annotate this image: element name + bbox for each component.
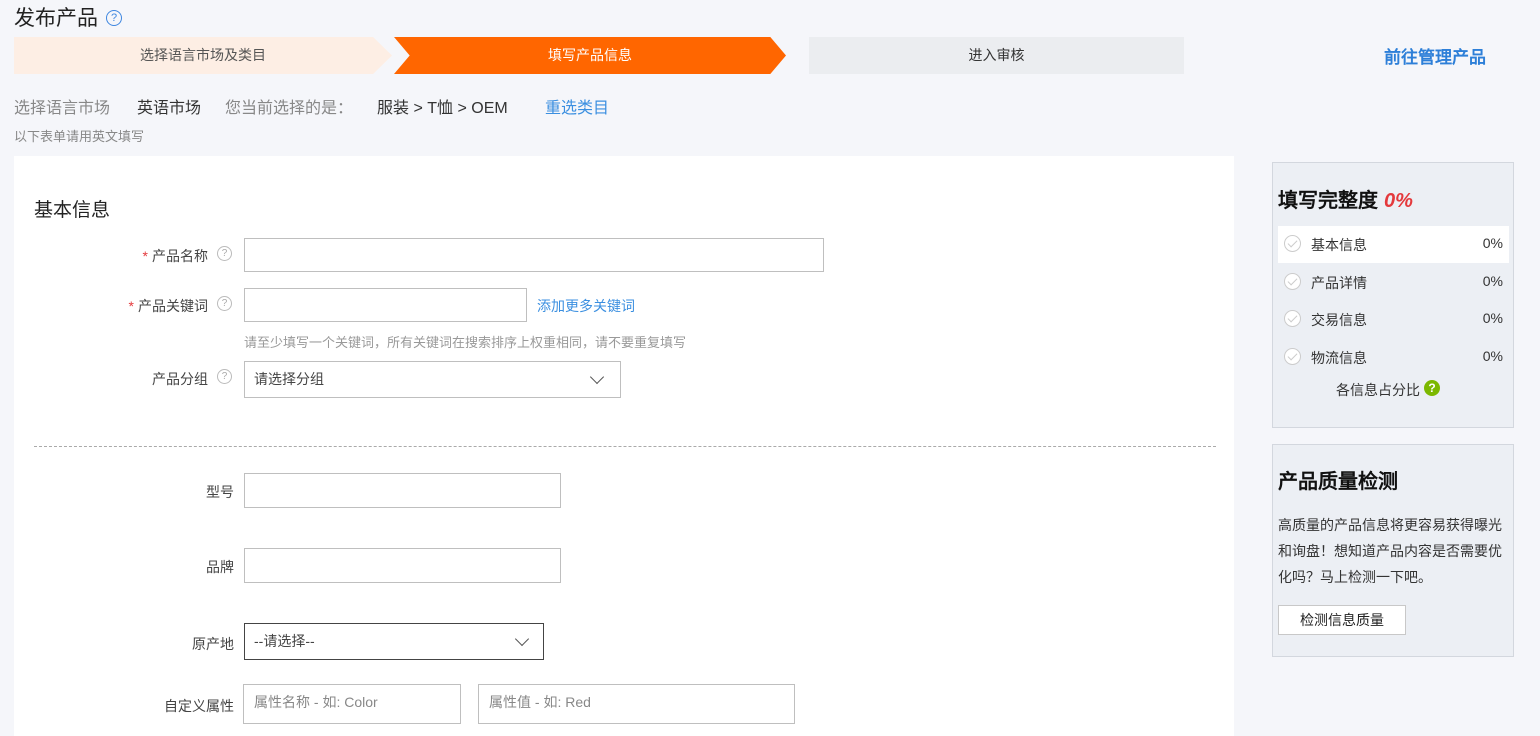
chevron-down-icon [514, 631, 530, 647]
progress-steps: 选择语言市场及类目 填写产品信息 进入审核 [14, 37, 1184, 74]
help-icon[interactable]: ? [106, 10, 122, 26]
brand-label: 品牌 [206, 559, 234, 575]
attr-name-placeholder: 属性名称 - 如: Color [254, 694, 378, 710]
add-keyword-link[interactable]: 添加更多关键词 [537, 296, 635, 316]
attr-value-input[interactable]: 属性值 - 如: Red [478, 684, 795, 724]
group-select[interactable]: 请选择分组 [244, 361, 621, 398]
item-label: 产品详情 [1311, 275, 1367, 291]
product-name-label-text: 产品名称 [152, 248, 208, 264]
completeness-title: 填写完整度 0% [1278, 184, 1413, 213]
quality-title: 产品质量检测 [1278, 471, 1398, 493]
attr-value-placeholder: 属性值 - 如: Red [489, 694, 591, 710]
completeness-item-details[interactable]: 产品详情 0% [1278, 264, 1509, 301]
brand-input[interactable] [244, 548, 561, 583]
category-path: 服装 > T恤 > OEM [377, 100, 508, 117]
required-marker: * [128, 298, 134, 314]
reselect-category-link[interactable]: 重选类目 [545, 94, 609, 118]
help-icon[interactable]: ? [217, 296, 232, 311]
ratio-label: 各信息占分比 [1336, 382, 1420, 398]
origin-label: 原产地 [192, 636, 234, 652]
origin-select[interactable]: --请选择-- [244, 623, 544, 660]
ratio-info[interactable]: 各信息占分比? [1336, 380, 1440, 400]
page-title: 发布产品 [14, 7, 98, 30]
check-circle-icon [1284, 273, 1301, 290]
market-label: 选择语言市场 [14, 100, 111, 117]
divider [34, 446, 1216, 447]
required-marker: * [142, 248, 148, 264]
step-fill-info: 填写产品信息 [394, 37, 786, 74]
completeness-item-trade[interactable]: 交易信息 0% [1278, 301, 1509, 338]
product-name-label: * 产品名称 [28, 246, 208, 266]
keyword-input[interactable] [244, 288, 527, 322]
check-circle-icon [1284, 310, 1301, 327]
completeness-item-logistics[interactable]: 物流信息 0% [1278, 339, 1509, 376]
step-select-market: 选择语言市场及类目 [14, 37, 392, 74]
manage-products-link[interactable]: 前往管理产品 [1384, 43, 1486, 68]
market-value: 英语市场 [137, 100, 202, 117]
item-label: 物流信息 [1311, 350, 1367, 366]
item-value: 0% [1482, 235, 1503, 251]
chevron-down-icon [589, 369, 605, 385]
quality-description: 高质量的产品信息将更容易获得曝光和询盘！想知道产品内容是否需要优化吗？马上检测一… [1278, 517, 1502, 585]
check-circle-icon [1284, 235, 1301, 252]
item-label: 基本信息 [1311, 237, 1367, 253]
group-selected-value: 请选择分组 [254, 371, 324, 387]
keyword-hint: 请至少填写一个关键词，所有关键词在搜索排序上权重相同，请不要重复填写 [244, 335, 687, 350]
completeness-item-basic[interactable]: 基本信息 0% [1278, 226, 1509, 263]
current-selection-label: 您当前选择的是： [225, 100, 354, 117]
group-label-text: 产品分组 [152, 371, 208, 387]
completeness-percent: 0% [1384, 190, 1413, 212]
help-icon[interactable]: ? [1424, 380, 1440, 396]
product-name-input[interactable] [244, 238, 824, 272]
completeness-title-text: 填写完整度 [1278, 190, 1378, 212]
group-label: 产品分组 [28, 369, 208, 389]
help-icon[interactable]: ? [217, 369, 232, 384]
model-label: 型号 [206, 484, 234, 500]
item-value: 0% [1482, 310, 1503, 326]
section-title: 基本信息 [34, 200, 111, 221]
keywords-label-text: 产品关键词 [138, 298, 208, 314]
custom-attr-label: 自定义属性 [164, 698, 234, 714]
item-value: 0% [1482, 348, 1503, 364]
attr-name-input[interactable]: 属性名称 - 如: Color [243, 684, 461, 724]
model-input[interactable] [244, 473, 561, 508]
origin-selected-value: --请选择-- [254, 633, 315, 649]
item-label: 交易信息 [1311, 312, 1367, 328]
item-value: 0% [1482, 273, 1503, 289]
step-review: 进入审核 [809, 37, 1184, 74]
help-icon[interactable]: ? [217, 246, 232, 261]
keywords-label: * 产品关键词 [28, 296, 208, 316]
english-note: 以下表单请用英文填写 [14, 129, 145, 144]
check-circle-icon [1284, 348, 1301, 365]
check-quality-button[interactable]: 检测信息质量 [1278, 605, 1406, 635]
